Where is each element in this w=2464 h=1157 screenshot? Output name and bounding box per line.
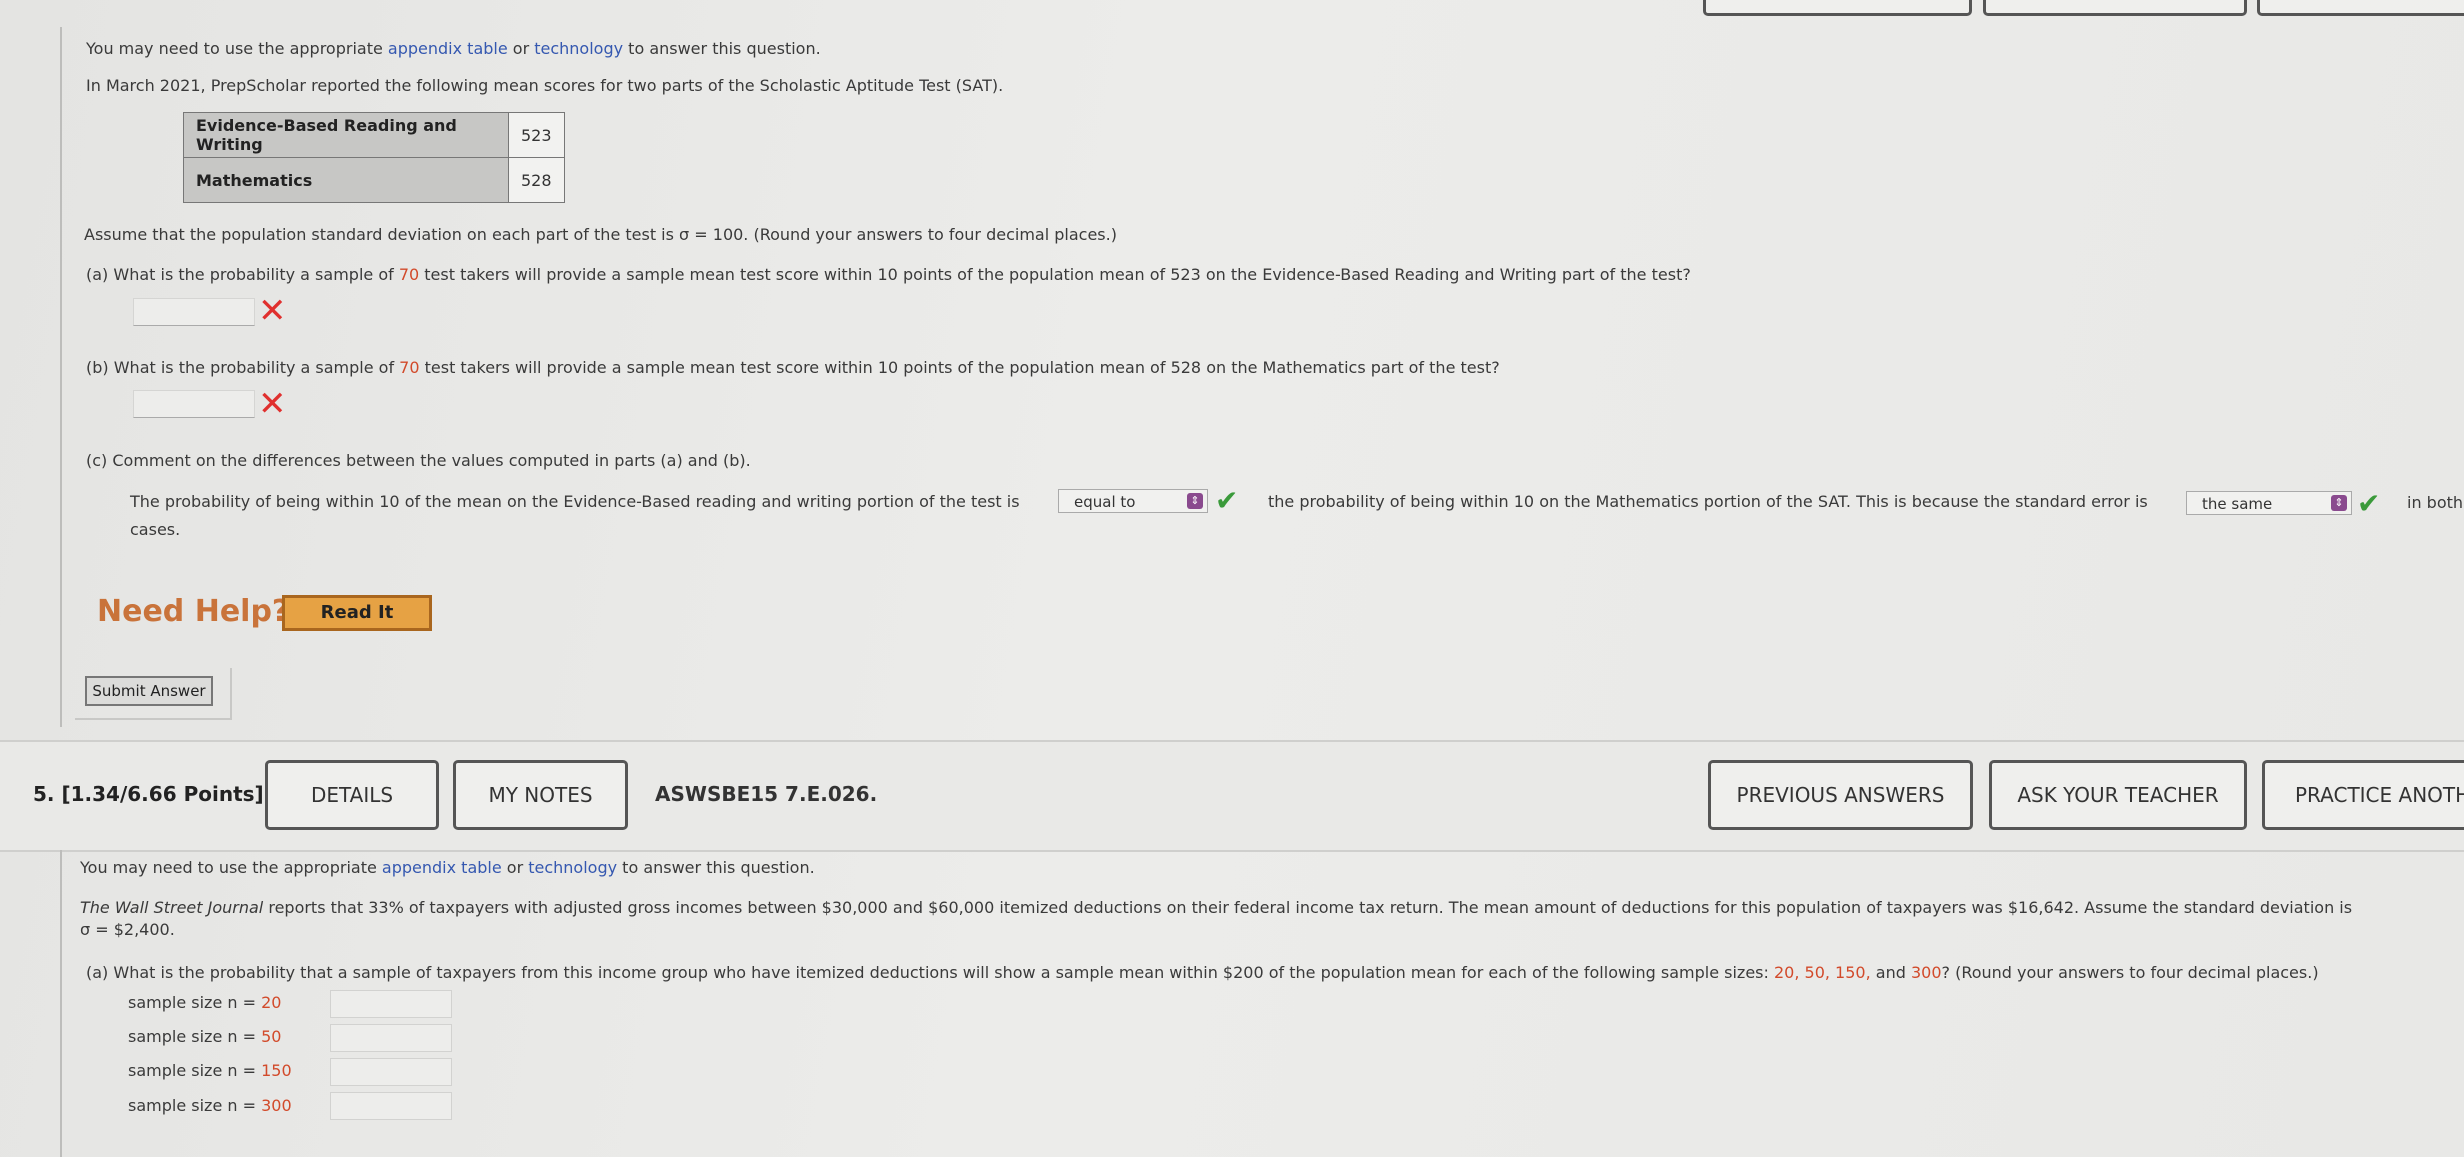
- answer-input-a[interactable]: [133, 298, 255, 326]
- sample-n: 20: [261, 993, 282, 1012]
- c-sentence-3: in both: [2407, 493, 2464, 512]
- intro-text: You may need to use the appropriate: [86, 39, 388, 58]
- question-text: test takers will provide a sample mean t…: [419, 358, 1500, 377]
- ask-your-teacher-button[interactable]: ASK YOUR TEACHER: [1989, 760, 2247, 830]
- top-button-1[interactable]: [1703, 0, 1972, 16]
- read-it-button[interactable]: Read It: [282, 595, 432, 631]
- sample-label: sample size n =: [128, 1061, 262, 1080]
- question-text: test takers will provide a sample mean t…: [419, 265, 1691, 284]
- sample-row-20: sample size n = 20: [128, 993, 281, 1012]
- dropdown-arrow-icon: ⇕: [2331, 495, 2347, 511]
- table-value: 523: [508, 112, 565, 158]
- c-sentence-2: the probability of being within 10 on th…: [1268, 492, 2148, 511]
- x-mark-icon: ✕: [258, 291, 287, 331]
- intro-text: to answer this question.: [617, 858, 815, 877]
- check-icon: ✔: [2357, 487, 2381, 520]
- sample-number: 70: [399, 358, 420, 377]
- sample-n: 50: [261, 1027, 282, 1046]
- appendix-table-link[interactable]: appendix table: [382, 858, 502, 877]
- sample-row-150: sample size n = 150: [128, 1061, 292, 1080]
- c-sentence-1: The probability of being within 10 of th…: [130, 492, 1020, 511]
- q4-part-c: (c) Comment on the differences between t…: [86, 451, 751, 470]
- sample-label: sample size n =: [128, 993, 262, 1012]
- sample-label: sample size n =: [128, 1096, 262, 1115]
- sample-row-50: sample size n = 50: [128, 1027, 281, 1046]
- intro-text: or: [501, 858, 529, 877]
- intro-text: to answer this question.: [623, 39, 821, 58]
- question-text: and: [1870, 963, 1911, 982]
- sat-scores-table: Evidence-Based Reading and Writing 523 M…: [183, 112, 565, 203]
- q4-assumption: Assume that the population standard devi…: [84, 225, 1117, 244]
- sample-label: sample size n =: [128, 1027, 262, 1046]
- sample-sizes: 20, 50, 150,: [1773, 963, 1871, 982]
- question-text: (a) What is the probability a sample of: [86, 265, 399, 284]
- intro-text: or: [507, 39, 535, 58]
- sample-n: 150: [261, 1061, 292, 1080]
- need-help-label: Need Help?: [97, 594, 290, 629]
- technology-link[interactable]: technology: [534, 39, 623, 58]
- q4-part-a: (a) What is the probability a sample of …: [86, 265, 1691, 284]
- q5-part-a: (a) What is the probability that a sampl…: [86, 963, 2319, 982]
- answer-input-b[interactable]: [133, 390, 255, 418]
- answer-input-n150[interactable]: [330, 1058, 452, 1086]
- q5-intro: You may need to use the appropriate appe…: [80, 858, 815, 877]
- q5-context: The Wall Street Journal reports that 33%…: [80, 898, 2352, 917]
- my-notes-button[interactable]: MY NOTES: [453, 760, 628, 830]
- table-value: 528: [508, 157, 565, 203]
- dropdown-arrow-icon: ⇕: [1187, 493, 1203, 509]
- source-title: The Wall Street Journal: [80, 898, 264, 917]
- question-code: ASWSBE15 7.E.026.: [655, 782, 878, 806]
- answer-input-n50[interactable]: [330, 1024, 452, 1052]
- q4-intro: You may need to use the appropriate appe…: [86, 39, 821, 58]
- details-button[interactable]: DETAILS: [265, 760, 439, 830]
- sample-size: 300: [1910, 963, 1942, 982]
- page: You may need to use the appropriate appe…: [0, 0, 2464, 1157]
- q5-sigma: σ = $2,400.: [80, 920, 175, 939]
- question-number: 5. [1.34/6.66 Points]: [33, 782, 264, 806]
- table-label: Evidence-Based Reading and Writing: [183, 112, 509, 158]
- question-text: (b) What is the probability a sample of: [86, 358, 400, 377]
- question-text: (a) What is the probability that a sampl…: [86, 963, 1774, 982]
- sample-n: 300: [261, 1096, 292, 1115]
- sample-number: 70: [398, 265, 420, 284]
- top-button-3[interactable]: [2257, 0, 2464, 16]
- table-row: Evidence-Based Reading and Writing 523: [183, 112, 565, 158]
- previous-answers-button[interactable]: PREVIOUS ANSWERS: [1708, 760, 1973, 830]
- answer-input-n20[interactable]: [330, 990, 452, 1018]
- answer-input-n300[interactable]: [330, 1092, 452, 1120]
- check-icon: ✔: [1215, 484, 1239, 517]
- standard-error-select[interactable]: the same ⇕: [2186, 491, 2352, 515]
- q4-context: In March 2021, PrepScholar reported the …: [86, 76, 1004, 95]
- practice-another-button[interactable]: PRACTICE ANOTH: [2262, 760, 2464, 830]
- comparison-select[interactable]: equal to ⇕: [1058, 489, 1208, 513]
- appendix-table-link[interactable]: appendix table: [388, 39, 508, 58]
- x-mark-icon: ✕: [258, 384, 287, 424]
- context-text: reports that 33% of taxpayers with adjus…: [263, 898, 2353, 917]
- select-value: the same: [2202, 495, 2273, 513]
- q4-part-b: (b) What is the probability a sample of …: [86, 358, 1500, 377]
- select-value: equal to: [1074, 493, 1136, 511]
- top-button-2[interactable]: [1983, 0, 2247, 16]
- intro-text: You may need to use the appropriate: [80, 858, 382, 877]
- c-sentence-4: cases.: [130, 520, 181, 539]
- table-label: Mathematics: [183, 157, 509, 203]
- question-text: ? (Round your answers to four decimal pl…: [1941, 963, 2319, 982]
- table-row: Mathematics 528: [183, 157, 565, 203]
- sample-row-300: sample size n = 300: [128, 1096, 292, 1115]
- submit-answer-button[interactable]: Submit Answer: [85, 676, 213, 706]
- technology-link[interactable]: technology: [528, 858, 617, 877]
